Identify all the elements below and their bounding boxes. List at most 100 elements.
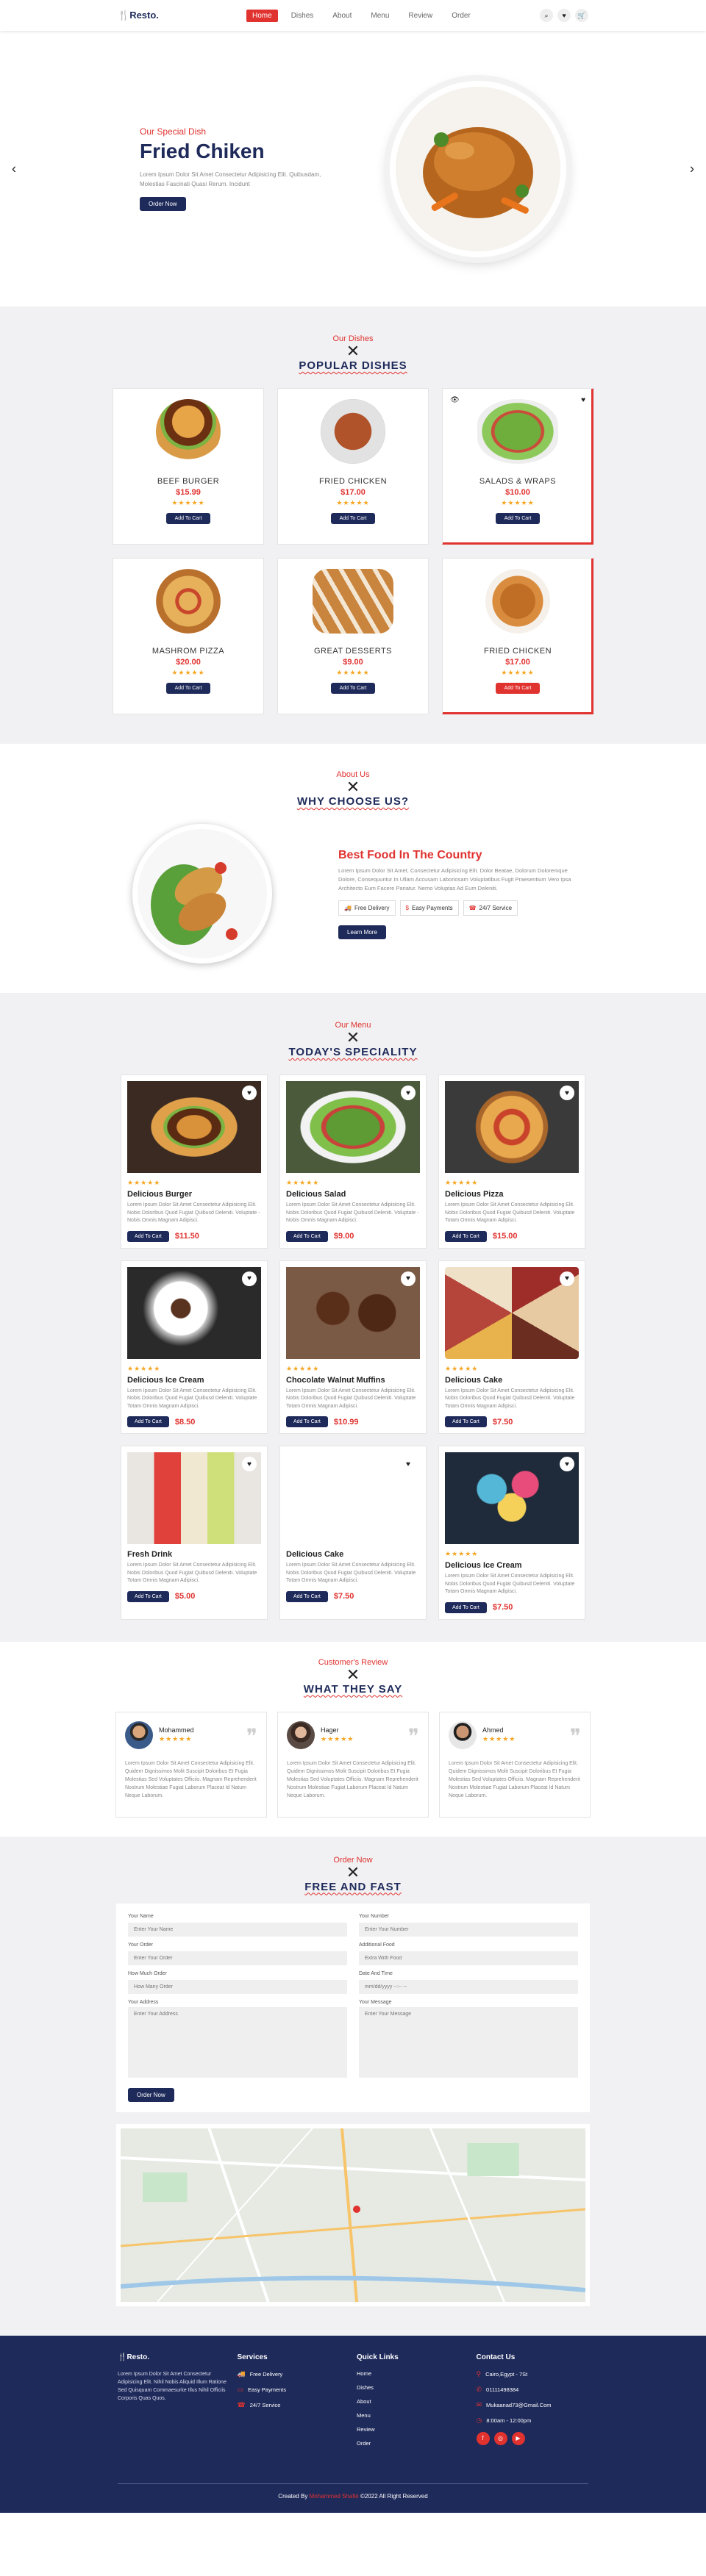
heart-icon[interactable]: ♥: [242, 1271, 257, 1286]
add-to-cart-button[interactable]: Add To Cart: [445, 1416, 487, 1427]
section-title: POPULAR DISHES: [299, 359, 407, 372]
add-to-cart-button[interactable]: Add To Cart: [165, 513, 211, 524]
reviewer-name: Mohammed: [159, 1726, 194, 1734]
footer-quick-links: Quick Links Home Dishes About Menu Revie…: [357, 2353, 469, 2454]
eye-icon[interactable]: 👁: [450, 396, 460, 404]
add-to-cart-button[interactable]: Add To Cart: [445, 1601, 487, 1613]
fork-knife-icon: ✕: [346, 1665, 360, 1684]
add-to-cart-button[interactable]: Add To Cart: [127, 1416, 169, 1427]
menu-item-description: Lorem Ipsum Dolor Sit Amet Consectetur A…: [127, 1202, 260, 1223]
heart-icon[interactable]: ♥: [242, 1086, 257, 1100]
heart-icon[interactable]: ♥: [560, 1457, 574, 1471]
order-section: Order Now ✕ FREE AND FAST Your Name Your…: [0, 1836, 706, 2336]
order-now-button[interactable]: Order Now: [128, 2087, 174, 2102]
heart-icon[interactable]: ♥: [581, 396, 585, 404]
search-icon[interactable]: ⌕: [540, 9, 553, 22]
add-to-cart-button[interactable]: Add To Cart: [495, 683, 541, 694]
nav-about[interactable]: About: [327, 10, 357, 22]
nav-review[interactable]: Review: [402, 10, 438, 22]
salad-image: [477, 399, 558, 464]
order-field[interactable]: [128, 1951, 347, 1965]
footer-contact: Contact Us ⚲ Cairo,Egypt - 7St ✆ 011114983…: [476, 2353, 589, 2454]
heart-icon[interactable]: ♥: [401, 1457, 416, 1471]
add-to-cart-button[interactable]: Add To Cart: [330, 683, 376, 694]
message-field[interactable]: [359, 2006, 578, 2078]
nav-home[interactable]: Home: [246, 9, 278, 22]
food-label: Additional Food: [359, 1942, 395, 1948]
add-to-cart-button[interactable]: Add To Cart: [127, 1230, 169, 1242]
quote-icon: ❞: [569, 1723, 581, 1748]
add-to-cart-button[interactable]: Add To Cart: [495, 513, 541, 524]
review-text: Lorem Ipsum Dolor Sit Amet Consectetur A…: [287, 1760, 418, 1799]
menu-item-description: Lorem Ipsum Dolor Sit Amet Consectetur A…: [127, 1388, 257, 1409]
order-form: Your Name Your Number Your Order Additio…: [116, 1903, 590, 2112]
menu-item-price: $11.50: [174, 1232, 199, 1241]
cart-icon[interactable]: 🛒: [575, 9, 588, 22]
email-icon: ✉: [476, 2400, 482, 2408]
menu-item-name: Delicious Salad: [286, 1190, 346, 1199]
menu-item-name: Chocolate Walnut Muffins: [286, 1375, 385, 1385]
footer-link-dishes[interactable]: Dishes: [357, 2384, 469, 2391]
heart-icon[interactable]: ♥: [560, 1271, 574, 1286]
heart-icon[interactable]: ♥: [401, 1271, 416, 1286]
instagram-icon[interactable]: ◎: [493, 2431, 507, 2445]
dollar-icon: $: [405, 904, 409, 911]
name-field[interactable]: [128, 1922, 347, 1937]
review-text: Lorem Ipsum Dolor Sit Amet Consectetur A…: [125, 1760, 257, 1799]
nav-menu[interactable]: Menu: [365, 10, 395, 22]
heart-icon[interactable]: ♥: [560, 1086, 574, 1100]
add-to-cart-button[interactable]: Add To Cart: [286, 1416, 328, 1427]
footer-link-home[interactable]: Home: [357, 2370, 469, 2377]
contact-hours: ◷ 8:00am - 12:00pm: [476, 2416, 532, 2424]
footer-services: Services 🚚 Free Delivery ▭ Easy Payments ☎…: [238, 2353, 350, 2454]
add-to-cart-button[interactable]: Add To Cart: [286, 1230, 328, 1242]
feature-free-delivery: 🚚 Free Delivery: [338, 900, 396, 916]
chevron-left-icon[interactable]: ‹: [12, 161, 16, 176]
footer-link-review[interactable]: Review: [357, 2426, 469, 2433]
author-link[interactable]: Mohammed Shafei: [310, 2493, 359, 2500]
number-field[interactable]: [359, 1922, 578, 1937]
star-rating: ★★★★★: [445, 1550, 479, 1557]
chevron-right-icon[interactable]: ›: [690, 161, 694, 176]
star-rating: ★★★★★: [321, 1735, 354, 1743]
add-to-cart-button[interactable]: Add To Cart: [165, 683, 211, 694]
heart-icon[interactable]: ♥: [557, 9, 571, 22]
menu-item-price: $5.00: [174, 1592, 196, 1601]
feature-24-7-service: ☎ 24/7 Service: [463, 900, 518, 916]
heart-icon[interactable]: ♥: [401, 1086, 416, 1100]
dish-price: $10.00: [505, 488, 530, 497]
heart-icon[interactable]: ♥: [242, 1457, 257, 1471]
footer-link-menu[interactable]: Menu: [357, 2412, 469, 2419]
contact-address: ⚲ Cairo,Egypt - 7St: [476, 2369, 528, 2378]
fork-knife-icon: ✕: [346, 1862, 360, 1881]
order-count-field[interactable]: [128, 1979, 347, 1994]
dish-price: $17.00: [340, 488, 366, 497]
hero-subtitle: Our Special Dish: [140, 126, 207, 137]
add-to-cart-button[interactable]: Add To Cart: [127, 1590, 169, 1602]
map-canvas[interactable]: [121, 2128, 585, 2302]
star-rating: ★★★★★: [501, 499, 535, 506]
add-to-cart-button[interactable]: Add To Cart: [286, 1590, 328, 1602]
footer-logo[interactable]: 🍴Resto.: [118, 2353, 230, 2361]
roast-chicken-image: [485, 569, 550, 634]
menu-item-description: Lorem Ipsum Dolor Sit Amet Consectetur A…: [286, 1388, 416, 1409]
menu-item-price: $7.50: [333, 1592, 354, 1601]
menu-card: ♥ ★★★★★ Delicious Ice Cream Lorem Ipsum …: [121, 1260, 268, 1434]
map-embed[interactable]: [116, 2123, 590, 2306]
footer-link-about[interactable]: About: [357, 2398, 469, 2405]
youtube-icon[interactable]: ▶: [511, 2431, 525, 2445]
add-to-cart-button[interactable]: Add To Cart: [330, 513, 376, 524]
date-time-field[interactable]: [359, 1979, 578, 1994]
facebook-icon[interactable]: f: [476, 2431, 490, 2445]
nav-dishes[interactable]: Dishes: [285, 10, 320, 22]
address-field[interactable]: [128, 2006, 347, 2078]
logo[interactable]: 🍴Resto.: [118, 10, 246, 21]
nav-order[interactable]: Order: [446, 10, 477, 22]
menu-grid: ♥ ★★★★★ Delicious Burger Lorem Ipsum Dol…: [118, 1074, 588, 1620]
add-to-cart-button[interactable]: Add To Cart: [445, 1230, 487, 1242]
footer-link-order[interactable]: Order: [357, 2440, 469, 2447]
additional-food-field[interactable]: [359, 1951, 578, 1965]
hero-order-button[interactable]: Order Now: [140, 197, 186, 212]
learn-more-button[interactable]: Learn More: [338, 925, 386, 939]
about-section: About Us ✕ WHY CHOOSE US? Best Food In T…: [0, 744, 706, 993]
